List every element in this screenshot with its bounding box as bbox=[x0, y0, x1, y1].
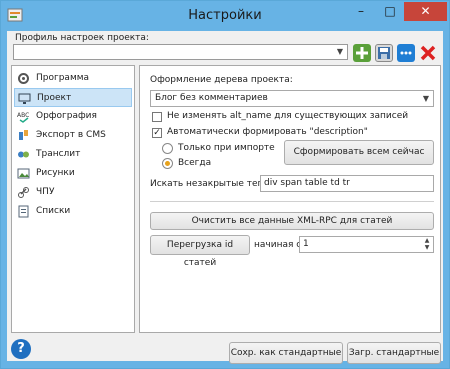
settings-nav: Программа Проект ABC Орфография Экспорт … bbox=[11, 65, 135, 333]
spellcheck-icon: ABC bbox=[17, 112, 29, 123]
alt-name-label: Не изменять alt_name для существующих за… bbox=[167, 111, 409, 121]
add-icon bbox=[356, 47, 368, 59]
export-icon bbox=[19, 130, 28, 140]
nav-item-label: Экспорт в CMS bbox=[36, 130, 106, 140]
monitor-icon bbox=[18, 93, 31, 104]
link-icon bbox=[18, 187, 29, 198]
nav-item-program[interactable]: Программа bbox=[14, 69, 132, 88]
unclosed-tags-label: Искать незакрытые теги: bbox=[150, 179, 272, 189]
auto-description-checkbox[interactable]: ✓ bbox=[152, 128, 162, 138]
client-area: Профиль настроек проекта: ▼ Программа Пр… bbox=[7, 31, 443, 364]
starting-from-value: 1 bbox=[303, 239, 309, 249]
nav-item-images[interactable]: Рисунки bbox=[14, 164, 132, 183]
nav-item-project[interactable]: Проект bbox=[14, 88, 132, 107]
nav-item-label: Проект bbox=[37, 93, 72, 103]
save-icon bbox=[378, 47, 390, 59]
nav-item-label: Программа bbox=[36, 73, 90, 83]
help-icon[interactable]: ? bbox=[11, 339, 31, 359]
spinner-icon[interactable]: ▲ ▼ bbox=[421, 237, 433, 252]
clear-xmlrpc-button[interactable]: Очистить все данные XML-RPC для статей bbox=[150, 212, 434, 230]
minimize-button[interactable]: – bbox=[346, 2, 376, 21]
radio-import-label: Только при импорте bbox=[178, 143, 275, 153]
close-button[interactable]: ✕ bbox=[404, 2, 447, 21]
nav-item-label: ЧПУ bbox=[36, 187, 55, 197]
nav-item-label: Орфография bbox=[36, 111, 97, 121]
tree-style-select[interactable]: Блог без комментариев ▼ bbox=[150, 90, 434, 107]
nav-item-urls[interactable]: ЧПУ bbox=[14, 183, 132, 202]
list-icon bbox=[18, 205, 29, 218]
image-icon bbox=[17, 168, 30, 179]
add-profile-button[interactable] bbox=[353, 44, 371, 62]
save-as-default-button[interactable]: Сохр. как стандартные bbox=[229, 342, 343, 364]
delete-profile-button[interactable] bbox=[419, 44, 437, 62]
translit-icon bbox=[18, 151, 29, 158]
load-default-button[interactable]: Загр. стандартные bbox=[347, 342, 441, 364]
nav-item-translit[interactable]: Транслит bbox=[14, 145, 132, 164]
tree-label: Оформление дерева проекта: bbox=[150, 75, 293, 85]
chevron-down-icon: ▼ bbox=[336, 47, 344, 56]
form-all-now-button[interactable]: Сформировать всем сейчас bbox=[284, 140, 434, 165]
nav-item-spelling[interactable]: ABC Орфография bbox=[14, 107, 132, 126]
maximize-button[interactable]: □ bbox=[376, 2, 404, 21]
delete-icon bbox=[420, 45, 436, 61]
nav-item-export-cms[interactable]: Экспорт в CMS bbox=[14, 126, 132, 145]
profile-select[interactable]: ▼ bbox=[13, 44, 348, 60]
starting-from-label: начиная с bbox=[254, 240, 302, 250]
profile-label: Профиль настроек проекта: bbox=[15, 33, 149, 43]
starting-from-input[interactable]: 1 ▲ ▼ bbox=[299, 236, 434, 253]
nav-item-lists[interactable]: Списки bbox=[14, 202, 132, 221]
chevron-down-icon: ▼ bbox=[422, 94, 430, 103]
settings-window: Настройки – □ ✕ Профиль настроек проекта… bbox=[0, 0, 450, 369]
radio-always-label: Всегда bbox=[178, 158, 212, 168]
auto-description-label: Автоматически формировать "description" bbox=[167, 127, 368, 137]
gear-icon bbox=[18, 73, 29, 84]
title-bar: Настройки – □ ✕ bbox=[1, 1, 449, 31]
nav-item-label: Рисунки bbox=[36, 168, 75, 178]
more-icon bbox=[400, 51, 412, 55]
project-settings-panel: Оформление дерева проекта: Блог без комм… bbox=[139, 65, 441, 333]
divider bbox=[150, 201, 434, 202]
more-options-button[interactable] bbox=[397, 44, 415, 62]
nav-item-label: Списки bbox=[36, 206, 71, 216]
tree-style-value: Блог без комментариев bbox=[155, 93, 268, 103]
reload-ids-button[interactable]: Перегрузка id статей bbox=[150, 235, 250, 268]
radio-import-only[interactable] bbox=[162, 143, 173, 154]
nav-item-label: Транслит bbox=[36, 149, 81, 159]
alt-name-checkbox[interactable] bbox=[152, 112, 162, 122]
unclosed-tags-input[interactable]: div span table td tr bbox=[260, 175, 434, 192]
save-profile-button[interactable] bbox=[375, 44, 393, 62]
radio-always[interactable] bbox=[162, 158, 173, 169]
